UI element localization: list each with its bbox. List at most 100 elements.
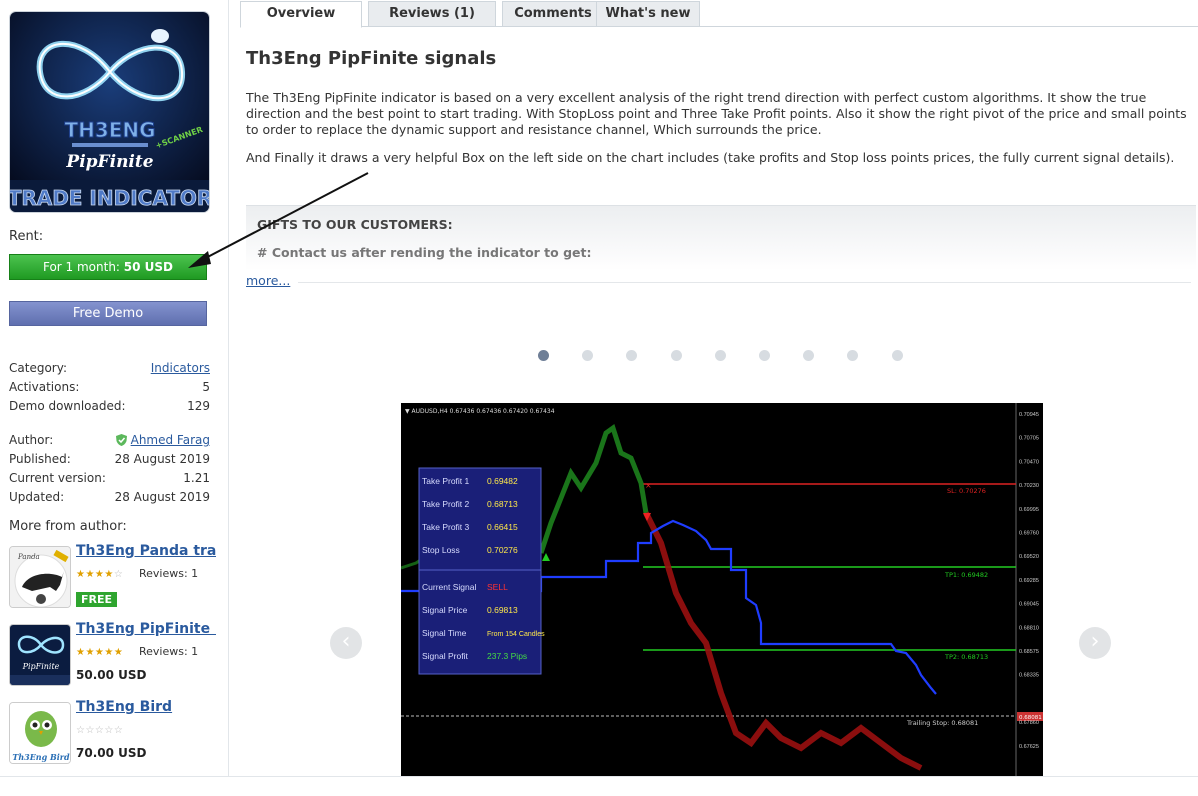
axis-tick-label: 0.68575 (1019, 649, 1039, 655)
carousel-dot[interactable] (714, 350, 726, 361)
axis-tick-label: 0.68810 (1019, 625, 1039, 631)
tab-bar: Overview Reviews (1) Comments What's new (240, 1, 1198, 28)
category-link[interactable]: Indicators (151, 359, 210, 377)
carousel-dot[interactable] (582, 350, 594, 361)
divider (298, 282, 1191, 283)
panel-row-value: 0.69482 (487, 476, 518, 486)
related-product-card[interactable]: PipFinite Th3Eng PipFinite P... ★★★★★ Re… (9, 621, 216, 690)
axis-tick-label: 0.70470 (1019, 459, 1039, 465)
axis-tick-label: 0.69520 (1019, 554, 1039, 560)
carousel-dot[interactable] (891, 350, 903, 361)
related-product-title[interactable]: Th3Eng Bird (76, 699, 216, 715)
cover-brand-text: TH3ENG (64, 118, 155, 142)
info-row-demo-downloaded: Demo downloaded: 129 (9, 397, 210, 415)
related-product-thumbnail[interactable]: PipFinite (9, 624, 71, 686)
info-row-version: Current version: 1.21 (9, 469, 210, 487)
free-demo-button[interactable]: Free Demo (9, 301, 207, 326)
product-screenshot[interactable]: ▼ AUDUSD,H4 0.67436 0.67436 0.67420 0.67… (401, 403, 1043, 776)
sl-line-label: SL: 0.70276 (947, 487, 986, 495)
rating-stars: ★★★★☆ (76, 569, 124, 580)
panel-row-label: Stop Loss (422, 545, 460, 555)
panel-row-label: Take Profit 2 (422, 499, 470, 509)
axis-tick-label: 0.67860 (1019, 720, 1039, 726)
axis-tick-label: 0.69995 (1019, 507, 1039, 513)
panel-row-label: Take Profit 1 (422, 476, 470, 486)
footer-divider (0, 776, 1198, 777)
related-product-title[interactable]: Th3Eng PipFinite P... (76, 621, 216, 637)
annotation-arrow (188, 172, 369, 268)
thumb-bird-text: Th3Eng Bird (12, 752, 70, 762)
rating-stars: ☆☆☆☆☆ (76, 725, 124, 736)
panel-row-value: 237.3 Pips (487, 651, 527, 661)
sl-marker-icon: × (645, 481, 652, 490)
carousel-dot[interactable] (847, 350, 859, 361)
product-page: TH3ENG PipFinite +SCANNER TRADE INDICATO… (0, 0, 1198, 796)
info-label: Demo downloaded: (9, 399, 126, 413)
info-label: Category: (9, 361, 67, 375)
info-row-published: Published: 28 August 2019 (9, 450, 210, 468)
thumb-panda-text: Panda (17, 553, 40, 561)
axis-tick-label: 0.69045 (1019, 602, 1039, 608)
carousel-dot[interactable] (538, 350, 549, 361)
free-badge: FREE (76, 592, 118, 607)
rent-label: Rent: (9, 229, 44, 244)
axis-tick-label: 0.70705 (1019, 436, 1039, 442)
reviews-count: Reviews: 1 (139, 645, 199, 658)
panel-row-value: 0.70276 (487, 545, 518, 555)
panel-row-value: From 154 Candles (487, 631, 545, 638)
info-label: Published: (9, 452, 71, 466)
axis-tick-label: 0.67625 (1019, 744, 1039, 750)
axis-tick-label: 0.70230 (1019, 483, 1039, 489)
trailing-stop-label: Trailing Stop: 0.68081 (906, 719, 978, 727)
panel-row-value: 0.69813 (487, 605, 518, 615)
related-product-thumbnail[interactable]: Th3Eng Bird (9, 702, 71, 764)
info-value: 28 August 2019 (114, 490, 210, 504)
chevron-right-icon: › (1090, 629, 1100, 654)
tab-whats-new[interactable]: What's new (596, 1, 700, 27)
panel-row-label: Signal Price (422, 605, 468, 615)
reviews-count: Reviews: 1 (139, 567, 199, 580)
info-label: Current version: (9, 471, 106, 485)
info-value: 1.21 (183, 471, 210, 485)
tab-comments[interactable]: Comments (502, 1, 604, 27)
carousel-dot[interactable] (626, 350, 638, 361)
panel-row-label: Current Signal (422, 582, 476, 592)
carousel-next-button[interactable]: › (1079, 627, 1111, 659)
info-value: 28 August 2019 (114, 452, 210, 466)
panel-row-value: 0.66415 (487, 522, 518, 532)
info-label: Author: (9, 433, 54, 447)
info-row-updated: Updated: 28 August 2019 (9, 488, 210, 506)
product-price: 70.00 USD (76, 746, 147, 760)
related-product-card[interactable]: Th3Eng Bird Th3Eng Bird ☆☆☆☆☆ 70.00 USD (9, 699, 216, 768)
carousel-dot[interactable] (759, 350, 770, 361)
info-value: 5 (202, 380, 210, 394)
related-product-title[interactable]: Th3Eng Panda trad... (76, 543, 216, 559)
carousel-prev-button[interactable]: ‹ (330, 627, 362, 659)
panel-row-value: SELL (487, 582, 508, 592)
rating-stars: ★★★★★ (76, 647, 124, 658)
panel-row-label: Signal Time (422, 628, 467, 638)
axis-tick-label: 0.69760 (1019, 531, 1039, 537)
product-price: 50.00 USD (76, 668, 147, 682)
description-paragraph: And Finally it draws a very helpful Box … (246, 150, 1175, 165)
info-value: 129 (187, 399, 210, 413)
tab-reviews[interactable]: Reviews (1) (368, 1, 496, 27)
gifts-box: GIFTS TO OUR CUSTOMERS: # Contact us aft… (246, 205, 1196, 271)
related-product-card[interactable]: Panda Th3Eng Panda trad... ★★★★☆ Reviews… (9, 543, 216, 612)
author-link[interactable]: Ahmed Farag (131, 433, 210, 447)
rent-button[interactable]: For 1 month: 50 USD (9, 254, 207, 280)
carousel-dot[interactable] (670, 350, 682, 361)
chevron-left-icon: ‹ (341, 629, 351, 654)
more-from-author-heading: More from author: (9, 519, 127, 534)
rent-button-price: 50 USD (123, 260, 174, 274)
axis-tick-label: 0.69285 (1019, 578, 1039, 584)
panel-row-value: 0.68713 (487, 499, 518, 509)
tab-overview[interactable]: Overview (240, 1, 362, 28)
info-label: Activations: (9, 380, 80, 394)
carousel-dot[interactable] (803, 350, 815, 361)
author-value: Ahmed Farag (115, 431, 210, 449)
sidebar: TH3ENG PipFinite +SCANNER TRADE INDICATO… (0, 0, 229, 776)
chart-symbol-header: ▼ AUDUSD,H4 0.67436 0.67436 0.67420 0.67… (405, 408, 555, 415)
more-link[interactable]: more... (246, 273, 290, 288)
related-product-thumbnail[interactable]: Panda (9, 546, 71, 608)
